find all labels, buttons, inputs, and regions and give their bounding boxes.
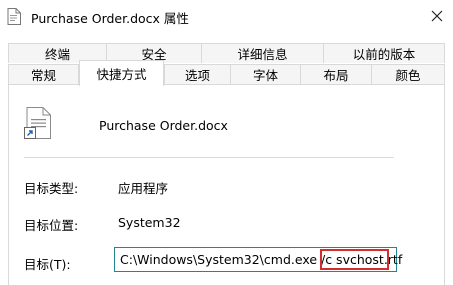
tab-layout[interactable]: 布局 xyxy=(300,64,372,84)
close-icon xyxy=(431,10,442,22)
target-location-value: System32 xyxy=(118,215,181,230)
tab-options[interactable]: 选项 xyxy=(164,64,231,84)
target-type-value: 应用程序 xyxy=(118,181,169,196)
shortcut-file-icon xyxy=(24,107,51,139)
shortcut-file-name: Purchase Order.docx xyxy=(99,118,228,133)
target-label: 目标(T): xyxy=(24,257,71,272)
document-icon xyxy=(7,8,21,25)
close-button[interactable] xyxy=(420,0,453,32)
tab-general[interactable]: 常规 xyxy=(8,64,79,84)
window-title: Purchase Order.docx 属性 xyxy=(31,11,189,26)
svchost-highlight-annotation xyxy=(320,249,389,270)
tab-colors[interactable]: 颜色 xyxy=(371,64,445,84)
tab-previous-versions[interactable]: 以前的版本 xyxy=(323,43,445,63)
divider xyxy=(24,157,394,158)
tab-font[interactable]: 字体 xyxy=(230,64,301,84)
tab-details[interactable]: 详细信息 xyxy=(201,43,324,63)
title-bar: Purchase Order.docx 属性 xyxy=(0,0,453,32)
target-type-label: 目标类型: xyxy=(24,181,79,196)
target-input[interactable]: C:\Windows\System32\cmd.exe /c svchost.r… xyxy=(114,247,402,272)
target-location-label: 目标位置: xyxy=(24,218,79,233)
tab-shortcut[interactable]: 快捷方式 xyxy=(79,60,164,86)
